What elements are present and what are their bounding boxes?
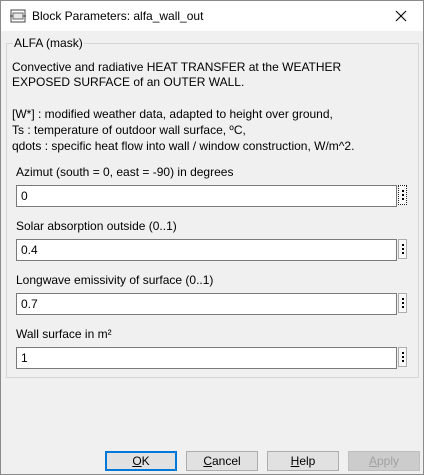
simulink-block-icon [10,8,26,24]
window-title: Block Parameters: alfa_wall_out [32,9,204,23]
wall-surface-input[interactable] [17,348,387,368]
description-line-2: EXPOSED SURFACE of an OUTER WALL. [12,75,245,89]
solar-absorption-label: Solar absorption outside (0..1) [16,219,177,233]
azimut-field[interactable] [16,185,397,207]
apply-button[interactable]: Apply [348,451,420,471]
longwave-emissivity-options-button[interactable] [398,293,407,313]
ok-button-label: K [141,454,150,468]
ellipsis-dot [401,248,404,250]
vertical-ellipsis-icon [401,190,404,192]
ellipsis-dot [401,356,404,358]
description-line-4: Ts : temperature of outdoor wall surface… [12,123,246,137]
solar-absorption-options-button[interactable] [398,239,407,259]
description-line-3: [W*] : modified weather data, adapted to… [12,107,333,121]
ok-button-mnemonic: O [132,454,142,468]
group-label: ALFA (mask) [13,36,84,50]
close-icon [395,10,407,22]
title-bar[interactable]: Block Parameters: alfa_wall_out [1,1,423,31]
ellipsis-dot [401,306,404,308]
cancel-button-mnemonic: C [203,454,212,468]
ellipsis-dot [401,252,404,254]
ellipsis-dot [401,198,404,200]
azimut-options-button[interactable] [398,185,407,205]
ok-button[interactable]: OK [105,451,177,471]
ellipsis-dot [401,194,404,196]
wall-surface-label: Wall surface in m² [16,327,112,341]
vertical-ellipsis-icon [401,352,404,354]
ellipsis-dot [401,360,404,362]
wall-surface-field[interactable] [16,347,397,369]
vertical-ellipsis-icon [401,244,404,246]
longwave-emissivity-label: Longwave emissivity of surface (0..1) [16,273,214,287]
apply-button-label: pply [377,454,400,468]
azimut-input[interactable] [17,186,387,206]
vertical-ellipsis-icon [401,298,404,300]
solar-absorption-input[interactable] [17,240,387,260]
ellipsis-dot [401,302,404,304]
help-button[interactable]: Help [267,451,339,471]
apply-button-mnemonic: A [368,454,377,468]
help-button-mnemonic: H [290,454,300,468]
solar-absorption-field[interactable] [16,239,397,261]
description-line-1: Convective and radiative HEAT TRANSFER a… [12,60,342,74]
dialog-window: Block Parameters: alfa_wall_out ALFA (ma… [0,0,424,475]
cancel-button-label: ancel [211,454,241,468]
description-line-5: qdots : specific heat flow into wall / w… [12,139,355,153]
close-button[interactable] [379,1,423,31]
cancel-button[interactable]: Cancel [186,451,258,471]
azimut-label: Azimut (south = 0, east = -90) in degree… [16,165,234,179]
help-button-label: elp [299,454,316,468]
longwave-emissivity-field[interactable] [16,293,397,315]
longwave-emissivity-input[interactable] [17,294,387,314]
wall-surface-options-button[interactable] [398,347,407,367]
